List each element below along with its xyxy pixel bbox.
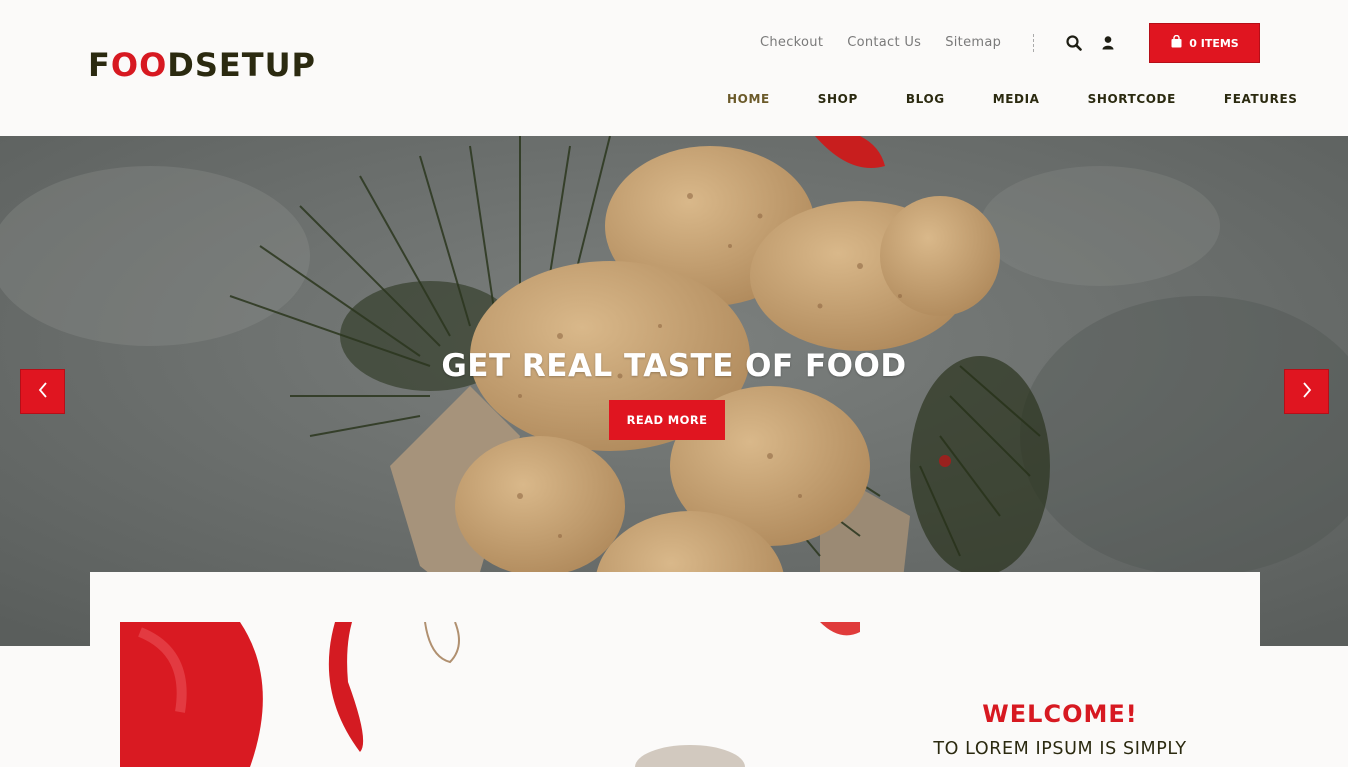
slider-next-button[interactable] xyxy=(1284,369,1329,414)
nav-features[interactable]: FEATURES xyxy=(1224,92,1298,106)
logo-suffix: DSETUP xyxy=(167,46,316,84)
read-more-button[interactable]: READ MORE xyxy=(609,400,725,440)
top-links: Checkout Contact Us Sitemap xyxy=(760,35,1001,50)
nav-shop[interactable]: SHOP xyxy=(818,92,858,106)
header-divider xyxy=(1033,34,1034,52)
slider-prev-button[interactable] xyxy=(20,369,65,414)
top-link-sitemap[interactable]: Sitemap xyxy=(945,35,1001,50)
site-header: FOODSETUP Checkout Contact Us Sitemap 0 … xyxy=(0,0,1348,136)
main-nav: HOME SHOP BLOG MEDIA SHORTCODE FEATURES xyxy=(727,92,1297,106)
nav-blog[interactable]: BLOG xyxy=(906,92,945,106)
nav-home[interactable]: HOME xyxy=(727,92,770,106)
user-icon[interactable] xyxy=(1099,34,1117,52)
cart-button[interactable]: 0 ITEMS xyxy=(1149,23,1260,63)
chevron-right-icon xyxy=(1302,382,1312,401)
welcome-subtitle: TO LOREM IPSUM IS SIMPLY xyxy=(933,739,1187,759)
hero-background-image xyxy=(0,136,1348,646)
logo-accent: OO xyxy=(110,46,168,84)
hero-slider: GET REAL TASTE OF FOOD READ MORE xyxy=(0,136,1348,646)
chevron-left-icon xyxy=(38,382,48,401)
food-image xyxy=(120,622,860,767)
nav-shortcode[interactable]: SHORTCODE xyxy=(1088,92,1176,106)
site-logo[interactable]: FOODSETUP xyxy=(88,46,316,84)
search-icon[interactable] xyxy=(1065,34,1083,52)
top-link-contact[interactable]: Contact Us xyxy=(847,35,921,50)
cart-label: 0 ITEMS xyxy=(1189,36,1239,50)
shopping-bag-icon xyxy=(1170,34,1183,51)
logo-prefix: F xyxy=(88,46,111,84)
hero-title: GET REAL TASTE OF FOOD xyxy=(441,348,907,384)
welcome-title: WELCOME! xyxy=(982,700,1138,728)
nav-media[interactable]: MEDIA xyxy=(993,92,1040,106)
top-link-checkout[interactable]: Checkout xyxy=(760,35,823,50)
